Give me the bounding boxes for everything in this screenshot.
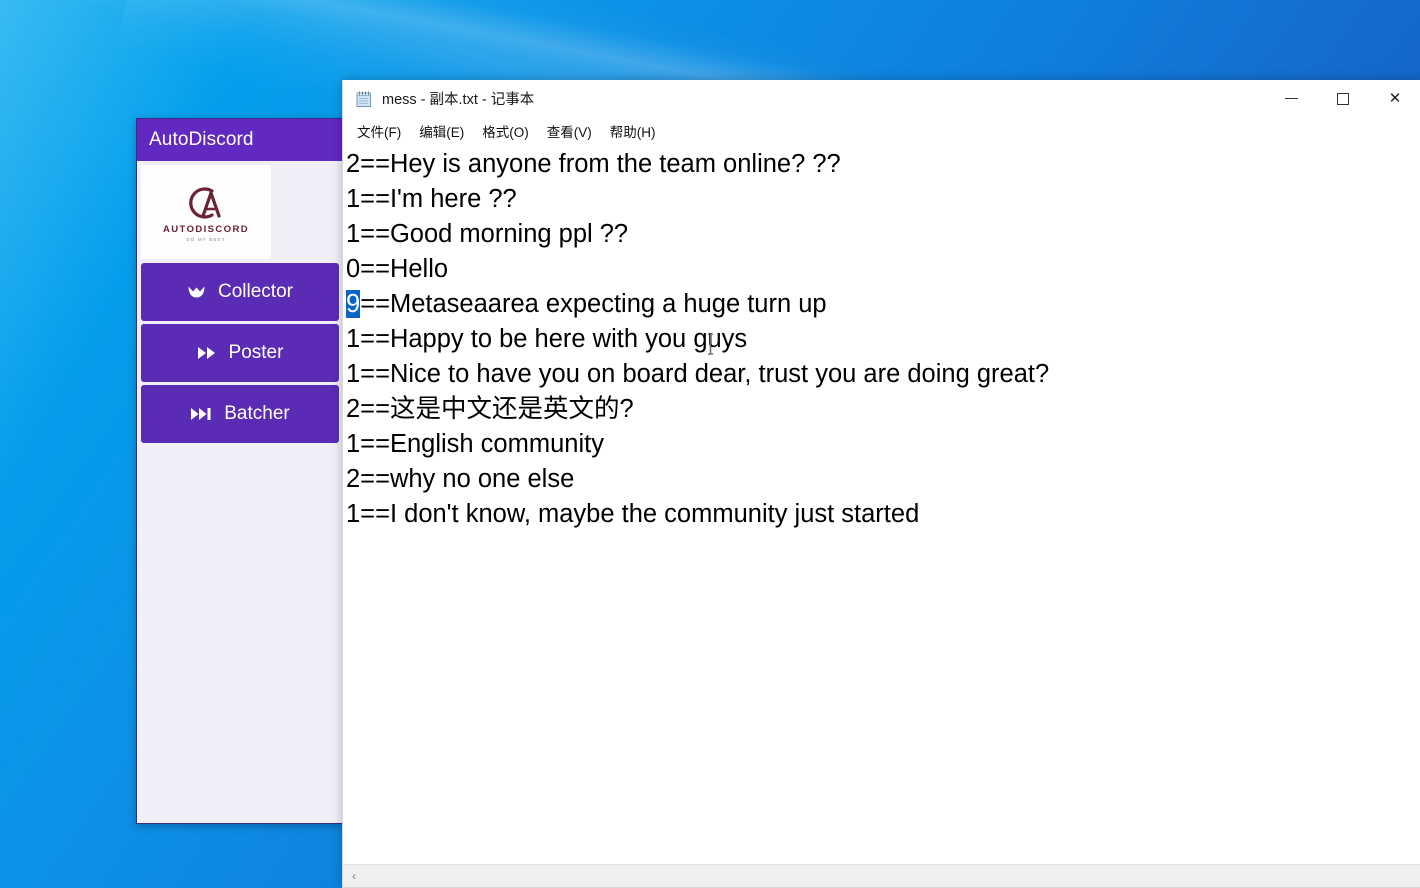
selected-text: 9 [346, 290, 361, 318]
notepad-line[interactable]: 2==why no one else [343, 462, 1420, 497]
autodiscord-tagline: DO MY BEST [186, 236, 226, 242]
notepad-icon [355, 90, 373, 108]
notepad-line[interactable]: 1==Good morning ppl ?? [343, 217, 1420, 252]
close-icon: ✕ [1388, 90, 1402, 107]
scroll-left-arrow-icon[interactable]: ‹ [343, 865, 365, 887]
desktop: AutoDiscord AUTODISCORD DO MY BEST Colle… [0, 0, 1420, 888]
notepad-text-area[interactable]: 2==Hey is anyone from the team online? ?… [343, 144, 1420, 864]
notepad-window[interactable]: mess - 副本.txt - 记事本 ✕ 文件(F) 编辑(E) 格式(O) … [342, 80, 1420, 888]
notepad-line[interactable]: 1==I'm here ?? [343, 182, 1420, 217]
autodiscord-window[interactable]: AutoDiscord AUTODISCORD DO MY BEST Colle… [136, 118, 344, 824]
collector-button-label: Collector [218, 281, 293, 302]
horizontal-scrollbar[interactable]: ‹ [343, 864, 1420, 887]
skip-forward-icon [190, 407, 212, 421]
minimize-icon [1284, 98, 1298, 99]
maximize-icon [1337, 92, 1349, 105]
close-button[interactable]: ✕ [1369, 80, 1420, 117]
batcher-button-label: Batcher [224, 403, 290, 424]
collector-button[interactable]: Collector [141, 263, 339, 321]
menu-file[interactable]: 文件(F) [348, 118, 410, 144]
notepad-line[interactable]: 1==Happy to be here with you guys [343, 322, 1420, 357]
collector-scoop-icon [187, 285, 206, 299]
menu-format[interactable]: 格式(O) [473, 118, 538, 144]
menu-view[interactable]: 查看(V) [538, 118, 601, 144]
menu-edit[interactable]: 编辑(E) [410, 118, 473, 144]
notepad-line[interactable]: 1==I don't know, maybe the community jus… [343, 497, 1420, 532]
notepad-line[interactable]: 1==Nice to have you on board dear, trust… [343, 357, 1420, 392]
notepad-line[interactable]: 0==Hello [343, 252, 1420, 287]
minimize-button[interactable] [1265, 80, 1317, 117]
autodiscord-logo: AUTODISCORD DO MY BEST [141, 165, 271, 259]
autodiscord-title: AutoDiscord [149, 129, 254, 150]
autodiscord-titlebar: AutoDiscord [137, 119, 343, 161]
batcher-button[interactable]: Batcher [141, 385, 339, 443]
poster-button-label: Poster [228, 342, 284, 363]
menu-help[interactable]: 帮助(H) [601, 118, 665, 144]
autodiscord-wordmark: AUTODISCORD [163, 223, 249, 235]
maximize-button[interactable] [1317, 80, 1369, 117]
notepad-line[interactable]: 2==Hey is anyone from the team online? ?… [343, 147, 1420, 182]
notepad-menubar: 文件(F) 编辑(E) 格式(O) 查看(V) 帮助(H) [343, 117, 1420, 144]
poster-button[interactable]: Poster [141, 324, 339, 382]
notepad-line[interactable]: 9==Metaseaarea expecting a huge turn up [343, 287, 1420, 322]
fast-forward-icon [197, 346, 217, 360]
notepad-line[interactable]: 1==English community [343, 427, 1420, 462]
notepad-line[interactable]: 2==这是中文还是英文的? [343, 392, 1420, 427]
notepad-titlebar[interactable]: mess - 副本.txt - 记事本 ✕ [343, 80, 1420, 117]
window-controls: ✕ [1265, 80, 1420, 117]
notepad-title: mess - 副本.txt - 记事本 [382, 92, 535, 108]
ca-monogram-icon [178, 183, 234, 223]
